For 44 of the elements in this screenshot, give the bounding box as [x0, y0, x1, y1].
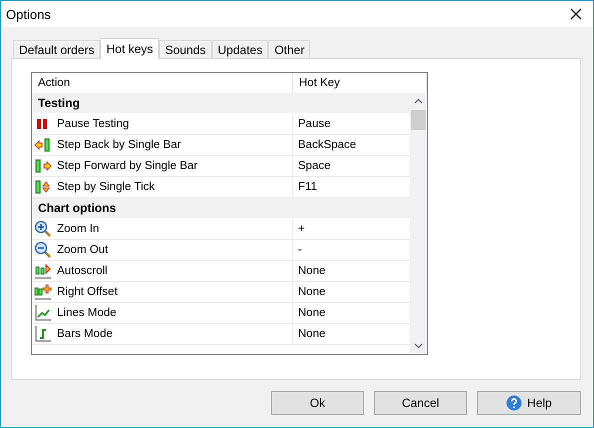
autoscroll-icon	[34, 262, 52, 280]
hotkey-value: F11	[298, 181, 317, 193]
step-back-icon	[34, 136, 52, 154]
hotkey-value: None	[298, 307, 326, 319]
right-offset-icon	[34, 283, 52, 301]
line-chart-icon	[34, 304, 52, 322]
dialog-button[interactable]: Ok	[271, 391, 364, 415]
action-label: Zoom In	[57, 223, 100, 235]
step-tick-icon	[34, 178, 52, 196]
tab[interactable]: Default orders	[13, 40, 100, 58]
help-icon	[506, 395, 522, 411]
action-label: Right Offset	[57, 286, 118, 298]
action-label: Bars Mode	[57, 328, 113, 340]
action-label: Step Back by Single Bar	[57, 139, 182, 151]
hotkey-value: None	[298, 328, 326, 340]
zoom-in-icon	[34, 220, 52, 238]
scrollbar[interactable]	[410, 93, 427, 354]
hotkey-value: Pause	[298, 118, 331, 130]
tab[interactable]: Sounds	[159, 40, 212, 58]
bar-chart-icon	[34, 325, 52, 343]
dialog-button[interactable]: Cancel	[374, 391, 467, 415]
tab[interactable]: Other	[268, 40, 310, 58]
tab[interactable]: Hot keys	[100, 38, 160, 59]
action-label: Autoscroll	[57, 265, 108, 277]
step-forward-icon	[34, 157, 52, 175]
action-label: Zoom Out	[57, 244, 108, 256]
tab[interactable]: Updates	[212, 40, 268, 58]
hotkey-value: None	[298, 265, 326, 277]
group-header: Testing	[32, 93, 410, 113]
zoom-out-icon	[34, 241, 52, 259]
action-label: Lines Mode	[57, 307, 116, 319]
close-icon[interactable]	[570, 8, 582, 20]
hotkey-value: -	[298, 244, 302, 256]
action-label: Pause Testing	[57, 118, 130, 130]
hotkey-value: None	[298, 286, 326, 298]
action-label: Step by Single Tick	[57, 181, 155, 193]
hotkey-value: Space	[298, 160, 331, 172]
hotkey-value: +	[298, 223, 305, 235]
scrollbar-thumb[interactable]	[411, 110, 426, 130]
hotkey-value: BackSpace	[298, 139, 356, 151]
help-button[interactable]: Help	[477, 391, 581, 415]
group-header: Chart options	[32, 198, 410, 218]
window-title: Options	[6, 6, 51, 22]
action-label: Step Forward by Single Bar	[57, 160, 198, 172]
